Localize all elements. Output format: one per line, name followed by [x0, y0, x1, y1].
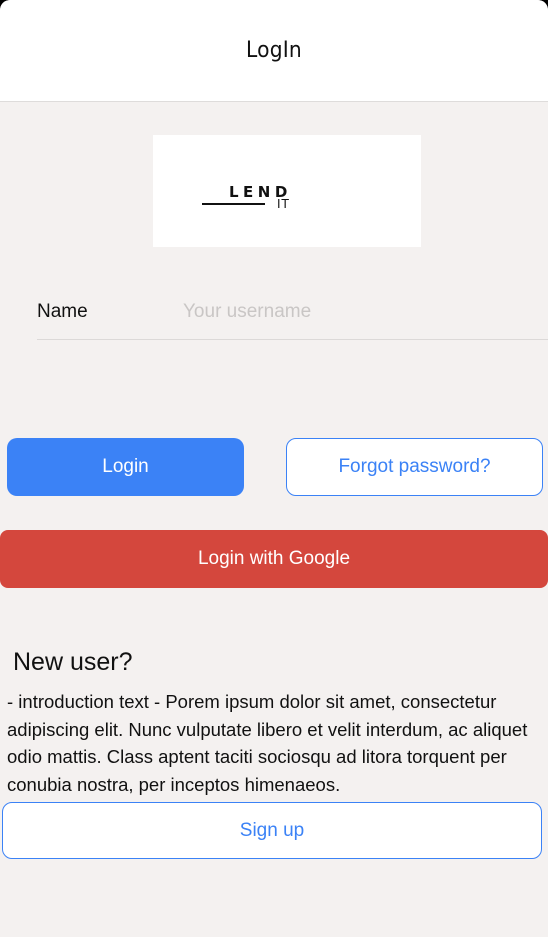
login-screen: LogIn LEND IT Name Login Forgot password… [0, 0, 548, 937]
name-field-row: Name [37, 285, 548, 340]
new-user-heading: New user? [13, 648, 133, 676]
name-label: Name [37, 301, 88, 322]
page-title: LogIn [246, 38, 302, 63]
app-logo: LEND IT [153, 135, 421, 247]
forgot-password-button[interactable]: Forgot password? [286, 438, 543, 496]
intro-text: - introduction text - Porem ipsum dolor … [7, 691, 528, 795]
header-bar: LogIn [0, 0, 548, 102]
google-login-button[interactable]: Login with Google [0, 530, 548, 588]
logo-subtitle: IT [277, 197, 290, 211]
signup-button[interactable]: Sign up [2, 802, 542, 859]
logo-underline [202, 203, 265, 205]
login-button[interactable]: Login [7, 438, 244, 496]
username-input[interactable] [183, 297, 543, 327]
